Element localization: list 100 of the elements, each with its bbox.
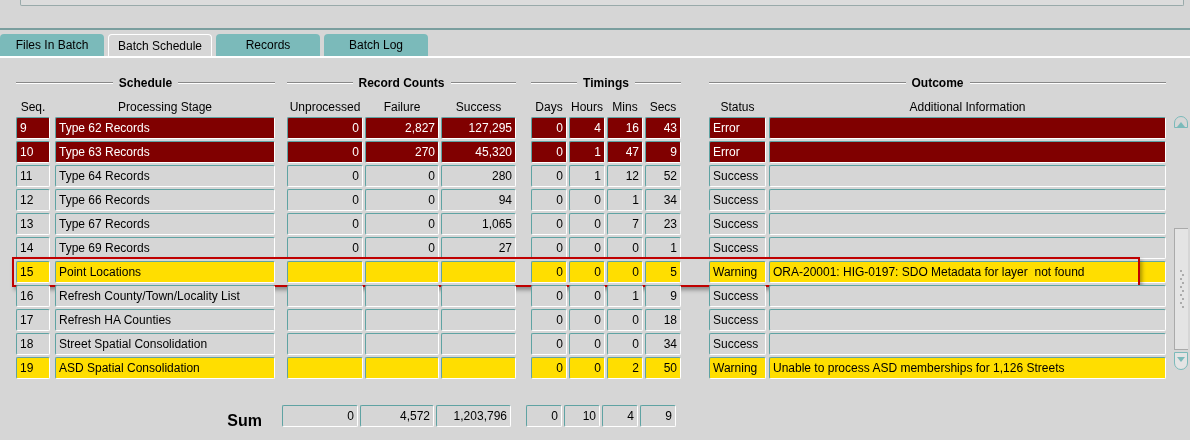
mins-cell: 47 [607,141,643,163]
column-header: Days [535,99,563,116]
success-cell: 280 [441,165,516,187]
stage-cell: Point Locations [55,261,275,283]
days-cell: 0 [531,309,567,331]
stage-cell: Street Spatial Consolidation [55,333,275,355]
hours-cell: 1 [569,165,605,187]
mins-cell: 0 [607,261,643,283]
mins-cell: 0 [607,237,643,259]
seq-cell: 10 [16,141,50,163]
hours-cell: 0 [569,261,605,283]
group-title: Record Counts [358,75,445,92]
status-cell: Success [709,285,766,307]
seq-cell: 16 [16,285,50,307]
success-cell: 1,065 [441,213,516,235]
status-cell: Success [709,189,766,211]
days-cell: 0 [531,357,567,379]
success-cell: 1,203,796 [436,405,511,427]
hours-cell: 0 [569,357,605,379]
hours-cell: 0 [569,213,605,235]
status-cell: Warning [709,357,766,379]
mins-cell: 16 [607,117,643,139]
seq-cell: 14 [16,237,50,259]
group-title: Timings [583,75,629,92]
seq-cell: 19 [16,357,50,379]
status-cell: Success [709,237,766,259]
stage-cell: Type 66 Records [55,189,275,211]
stage-cell: Refresh County/Town/Locality List [55,285,275,307]
failure-cell: 4,572 [360,405,434,427]
status-cell: Error [709,141,766,163]
status-cell: Success [709,213,766,235]
tab[interactable]: Batch Schedule [108,34,212,56]
secs-cell: 52 [645,165,681,187]
secs-cell: 23 [645,213,681,235]
status-cell: Warning [709,261,766,283]
mins-cell: 12 [607,165,643,187]
stage-cell: Type 69 Records [55,237,275,259]
unprocessed-cell: 0 [287,213,363,235]
success-cell: 127,295 [441,117,516,139]
column-header: Success [455,99,502,116]
hours-cell: 0 [569,189,605,211]
secs-cell: 5 [645,261,681,283]
column-header: Unprocessed [289,99,361,116]
days-cell: 0 [531,141,567,163]
seq-cell: 15 [16,261,50,283]
hours-cell: 1 [569,141,605,163]
mins-cell: 2 [607,357,643,379]
days-cell: 0 [531,165,567,187]
secs-cell: 43 [645,117,681,139]
failure-cell: 270 [365,141,439,163]
hours-cell: 0 [569,309,605,331]
unprocessed-cell: 0 [287,237,363,259]
secs-cell: 1 [645,237,681,259]
info-cell: ORA-20001: HIG-0197: SDO Metadata for layer not found [769,261,1166,283]
days-cell: 0 [531,117,567,139]
mins-cell: 7 [607,213,643,235]
stage-cell: Type 64 Records [55,165,275,187]
stage-cell: Type 63 Records [55,141,275,163]
failure-cell: 0 [365,189,439,211]
column-header: Seq. [20,99,46,116]
mins-cell: 4 [602,405,638,427]
unprocessed-cell: 0 [287,189,363,211]
hours-cell: 4 [569,117,605,139]
unprocessed-cell: 0 [287,165,363,187]
column-header: Additional Information [909,99,1026,116]
secs-cell: 34 [645,189,681,211]
info-cell: Unable to process ASD memberships for 1,126 Streets [769,357,1166,379]
days-cell: 0 [531,285,567,307]
column-header: Secs [649,99,677,116]
status-cell: Error [709,117,766,139]
seq-cell: 18 [16,333,50,355]
hours-cell: 0 [569,285,605,307]
scroll-down-icon[interactable] [1174,352,1188,370]
mins-cell: 1 [607,189,643,211]
secs-cell: 18 [645,309,681,331]
sum-label: Sum [226,411,263,431]
unprocessed-cell: 0 [287,141,363,163]
tab[interactable]: Records [216,34,320,56]
failure-cell: 0 [365,237,439,259]
column-header: Mins [612,99,638,116]
hours-cell: 10 [564,405,600,427]
status-cell: Success [709,309,766,331]
stage-cell: ASD Spatial Consolidation [55,357,275,379]
seq-cell: 17 [16,309,50,331]
hours-cell: 0 [569,237,605,259]
days-cell: 0 [531,237,567,259]
column-header: Hours [571,99,603,116]
hours-cell: 0 [569,333,605,355]
tab[interactable]: Files In Batch [0,34,104,56]
status-cell: Success [709,165,766,187]
success-cell: 94 [441,189,516,211]
column-header: Failure [383,99,421,116]
seq-cell: 13 [16,213,50,235]
failure-cell: 0 [365,165,439,187]
stage-cell: Refresh HA Counties [55,309,275,331]
days-cell: 0 [531,213,567,235]
tab[interactable]: Batch Log [324,34,428,56]
success-cell: 27 [441,237,516,259]
scroll-thumb[interactable] [1174,228,1188,350]
seq-cell: 9 [16,117,50,139]
